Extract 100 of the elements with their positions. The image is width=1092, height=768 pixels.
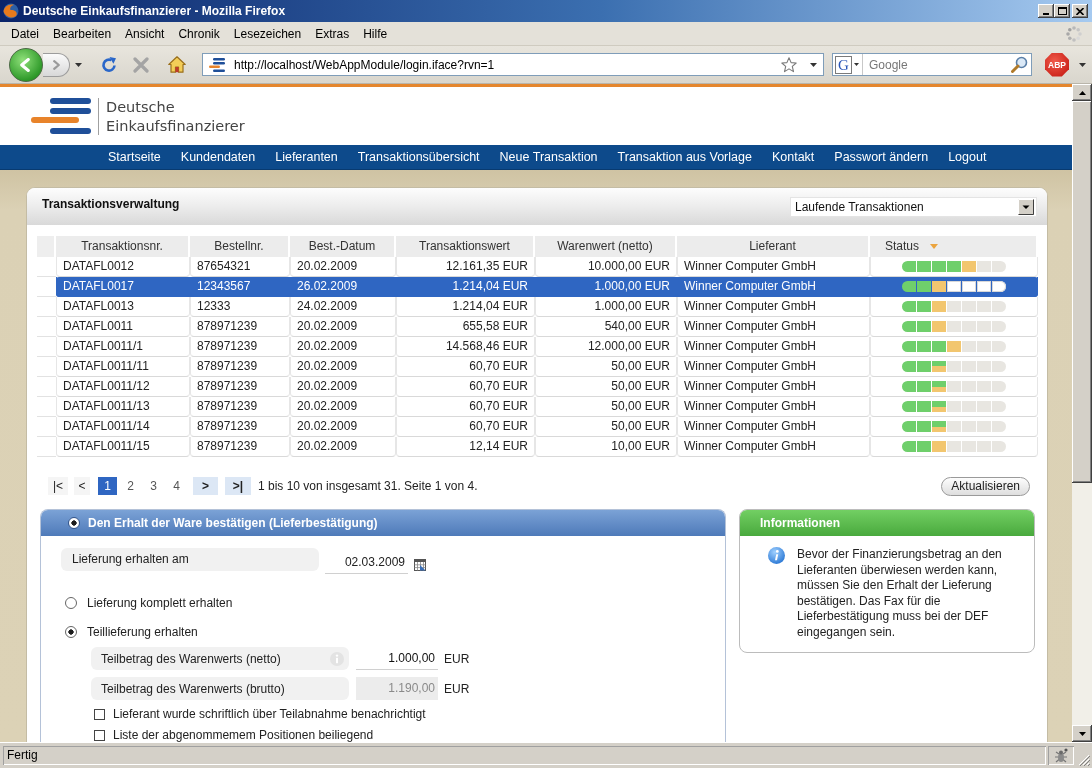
menu-item[interactable]: Hilfe xyxy=(357,24,394,43)
refresh-button[interactable]: Aktualisieren xyxy=(941,476,1030,496)
window-title: Deutsche Einkaufsfinanzierer - Mozilla Firefox xyxy=(23,4,287,18)
back-button[interactable] xyxy=(9,47,43,82)
table-row[interactable]: DATAFL0013 12333 24.02.2009 1.214,04 EUR 1.000,00 EUR Winner Computer GmbH xyxy=(56,297,1038,317)
table-cell: 1.000,00 EUR xyxy=(535,297,677,317)
nav-link[interactable]: Neue Transaktion xyxy=(499,150,598,164)
table-cell: 60,70 EUR xyxy=(396,397,535,417)
throbber-icon xyxy=(1066,25,1082,42)
caret-icon[interactable] xyxy=(1079,62,1086,67)
caret-icon xyxy=(854,63,859,66)
table-cell: 50,00 EUR xyxy=(535,397,677,417)
checkbox[interactable] xyxy=(94,708,105,720)
table-cell: Winner Computer GmbH xyxy=(677,337,870,357)
close-button[interactable] xyxy=(1072,4,1088,18)
scrollbar-thumb[interactable] xyxy=(1072,101,1092,483)
table-cell: DATAFL0011/1 xyxy=(56,337,190,357)
panel-title: Transaktionsverwaltung xyxy=(42,196,180,211)
radio-button[interactable] xyxy=(68,517,80,529)
table-cell: 50,00 EUR xyxy=(535,357,677,377)
table-cell: 878971239 xyxy=(190,397,290,417)
table-cell: 878971239 xyxy=(190,337,290,357)
column-header[interactable]: Bestellnr. xyxy=(190,236,290,257)
table-row[interactable]: DATAFL0011/14 878971239 20.02.2009 60,70 EUR 50,00 EUR Winner Computer GmbH xyxy=(56,417,1038,437)
option-label: Lieferung komplett erhalten xyxy=(87,596,233,610)
radio-button[interactable] xyxy=(65,597,77,609)
checkbox[interactable] xyxy=(94,729,105,741)
stop-icon xyxy=(133,56,149,73)
table-cell: Winner Computer GmbH xyxy=(677,417,870,437)
table-cell: Winner Computer GmbH xyxy=(677,357,870,377)
menu-item[interactable]: Bearbeiten xyxy=(47,24,118,43)
table-cell: DATAFL0011 xyxy=(56,317,190,337)
adblock-button[interactable]: ABP xyxy=(1045,52,1069,77)
page-button[interactable]: 2 xyxy=(121,477,140,495)
caret-icon[interactable] xyxy=(810,62,817,67)
nav-link[interactable]: Kundendaten xyxy=(180,150,256,164)
table-cell: Winner Computer GmbH xyxy=(677,377,870,397)
table-row[interactable]: DATAFL0011 878971239 20.02.2009 655,58 EUR 540,00 EUR Winner Computer GmbH xyxy=(56,317,1038,337)
table-row[interactable]: DATAFL0011/15 878971239 20.02.2009 12,14 EUR 10,00 EUR Winner Computer GmbH xyxy=(56,437,1038,457)
last-page-button[interactable]: >| xyxy=(225,477,251,495)
column-header[interactable]: Warenwert (netto) xyxy=(535,236,677,257)
table-cell: 20.02.2009 xyxy=(290,337,396,357)
dropdown-arrow-icon xyxy=(1018,198,1034,215)
page-button[interactable]: 1 xyxy=(98,477,117,495)
column-header[interactable]: Status xyxy=(870,236,1038,257)
table-row[interactable]: DATAFL0017 12343567 26.02.2009 1.214,04 EUR 1.000,00 EUR Winner Computer GmbH xyxy=(56,277,1038,297)
page-button[interactable]: 4 xyxy=(167,477,186,495)
resize-grip-icon[interactable] xyxy=(1078,754,1090,766)
nav-link[interactable]: Passwort ändern xyxy=(834,150,929,164)
nav-link[interactable]: Transaktionsübersicht xyxy=(357,150,480,164)
menu-item[interactable]: Lesezeichen xyxy=(227,24,308,43)
status-text: Fertig xyxy=(3,746,1046,765)
menu-item[interactable]: Ansicht xyxy=(119,24,171,43)
next-page-button[interactable]: > xyxy=(193,477,218,495)
minimize-button[interactable] xyxy=(1038,4,1054,18)
menu-item[interactable]: Datei xyxy=(5,24,45,43)
star-icon[interactable] xyxy=(781,56,797,73)
search-field[interactable]: G Google xyxy=(832,53,1032,76)
nav-link[interactable]: Kontakt xyxy=(771,150,815,164)
nav-link[interactable]: Logout xyxy=(948,150,987,164)
scroll-up-button[interactable] xyxy=(1072,84,1092,101)
table-cell: 10,00 EUR xyxy=(535,437,677,457)
field-label: Teilbetrag des Warenwerts (brutto) xyxy=(101,681,285,696)
url-field[interactable]: http://localhost/WebAppModule/login.iface?rvn=1 xyxy=(202,53,824,76)
table-row[interactable]: DATAFL0011/11 878971239 20.02.2009 60,70 EUR 50,00 EUR Winner Computer GmbH xyxy=(56,357,1038,377)
calendar-icon[interactable] xyxy=(414,559,426,571)
table-cell: 20.02.2009 xyxy=(290,377,396,397)
table-cell: 878971239 xyxy=(190,377,290,397)
home-button[interactable] xyxy=(166,53,188,76)
table-cell: 50,00 EUR xyxy=(535,417,677,437)
maximize-icon xyxy=(1057,7,1067,15)
column-header[interactable]: Transaktionswert xyxy=(396,236,535,257)
nav-link[interactable]: Lieferanten xyxy=(275,150,338,164)
table-row[interactable]: DATAFL0011/13 878971239 20.02.2009 60,70 EUR 50,00 EUR Winner Computer GmbH xyxy=(56,397,1038,417)
table-cell: DATAFL0013 xyxy=(56,297,190,317)
radio-button[interactable] xyxy=(65,626,77,638)
home-icon xyxy=(168,56,186,73)
date-field[interactable]: 02.03.2009 xyxy=(325,551,408,574)
caret-down-icon xyxy=(1078,731,1086,736)
search-icon[interactable] xyxy=(1011,56,1028,73)
pagination-summary: 1 bis 10 von insgesamt 31. Seite 1 von 4. xyxy=(258,479,478,493)
table-cell: 14.568,46 EUR xyxy=(396,337,535,357)
maximize-button[interactable] xyxy=(1054,4,1070,18)
column-header[interactable]: Best.-Datum xyxy=(290,236,396,257)
nav-link[interactable]: Transaktion aus Vorlage xyxy=(617,150,752,164)
column-header[interactable]: Transaktionsnr. xyxy=(56,236,190,257)
nav-link[interactable]: Startseite xyxy=(108,150,161,164)
menu-item[interactable]: Chronik xyxy=(172,24,226,43)
menu-item[interactable]: Extras xyxy=(309,24,356,43)
column-header[interactable]: Lieferant xyxy=(677,236,870,257)
filter-dropdown[interactable]: Laufende Transaktionen xyxy=(790,196,1037,217)
table-row[interactable]: DATAFL0011/12 878971239 20.02.2009 60,70 EUR 50,00 EUR Winner Computer GmbH xyxy=(56,377,1038,397)
page-button[interactable]: 3 xyxy=(144,477,163,495)
scroll-down-button[interactable] xyxy=(1072,725,1092,742)
caret-up-icon xyxy=(1078,90,1086,95)
table-cell: 12333 xyxy=(190,297,290,317)
table-cell: DATAFL0011/12 xyxy=(56,377,190,397)
amount-field[interactable]: 1.000,00 xyxy=(356,647,438,670)
bug-icon[interactable] xyxy=(1053,747,1069,764)
table-row[interactable]: DATAFL0011/1 878971239 20.02.2009 14.568,46 EUR 12.000,00 EUR Winner Computer GmbH xyxy=(56,337,1038,357)
